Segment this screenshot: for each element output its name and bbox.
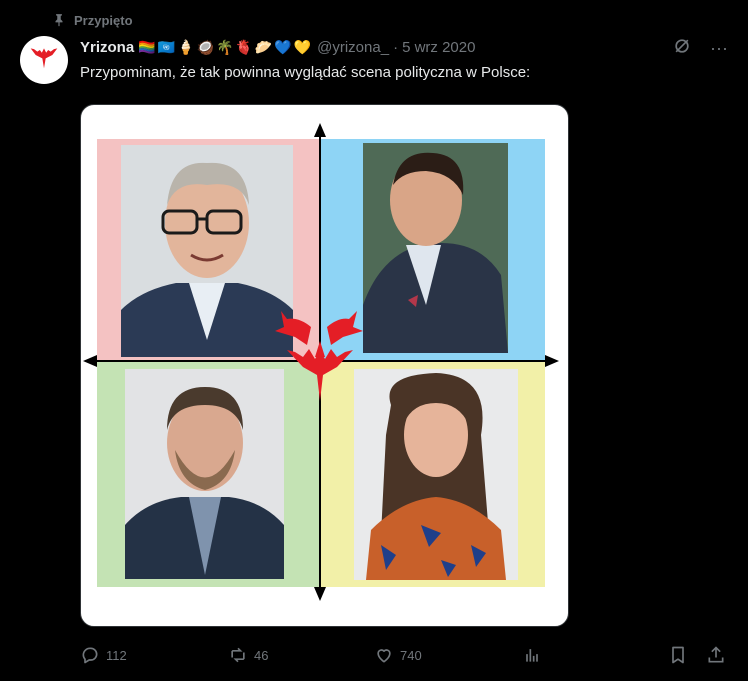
repost-icon	[231, 647, 245, 663]
pinned-indicator: Przypięto	[52, 10, 133, 30]
bookmark-button[interactable]	[668, 645, 688, 665]
emoji-yellow-heart: 💛	[293, 38, 312, 55]
reply-button[interactable]: 112	[80, 645, 127, 665]
tweet-actions: 112 46 740	[80, 640, 728, 670]
views-button[interactable]	[522, 645, 542, 665]
reply-icon	[82, 647, 98, 664]
like-count: 740	[400, 647, 422, 663]
repost-count: 46	[254, 647, 269, 663]
pin-icon	[55, 14, 63, 27]
pinned-label: Przypięto	[74, 12, 133, 28]
bookmark-icon	[672, 646, 684, 664]
tweet-text: Przypominam, że tak powinna wyglądać sce…	[80, 64, 531, 81]
photo-top-left	[121, 145, 293, 357]
photo-bottom-left	[125, 369, 284, 579]
heart-icon	[377, 649, 391, 663]
emoji-ice-cream: 🍦	[177, 38, 195, 55]
share-icon	[708, 646, 724, 663]
share-button[interactable]	[706, 645, 726, 665]
photo-bottom-right	[354, 369, 518, 580]
more-options-button[interactable]: ···	[710, 38, 728, 59]
emoji-heart-organ: 🫀	[235, 38, 253, 55]
emoji-blue-heart: 💙	[274, 38, 292, 55]
avatar[interactable]	[20, 36, 68, 84]
emoji-palm-tree: 🌴	[215, 38, 234, 55]
tweet-header: Yrizona 🏳️‍🌈 🇺🇳 🍦 🥥 🌴 🫀 🥟 💙 💛 @yrizona_ …	[80, 36, 728, 58]
tweet-image[interactable]	[80, 104, 569, 627]
like-button[interactable]: 740	[374, 645, 422, 665]
photo-top-right	[363, 143, 508, 353]
reply-count: 112	[106, 647, 127, 663]
dragon-logo-icon	[30, 48, 58, 69]
repost-button[interactable]: 46	[228, 645, 268, 665]
views-icon	[526, 649, 538, 662]
emoji-rainbow-flag: 🏳️‍🌈	[138, 38, 156, 55]
emoji-dumpling: 🥟	[254, 38, 273, 55]
grok-icon[interactable]	[672, 36, 692, 61]
emoji-un-flag: 🇺🇳	[157, 38, 176, 55]
author-name[interactable]: Yrizona	[80, 39, 134, 56]
political-compass-image	[83, 123, 559, 601]
emoji-coconut: 🥥	[196, 38, 214, 55]
author-handle[interactable]: @yrizona_	[317, 39, 389, 56]
separator-dot: ·	[393, 38, 399, 56]
tweet-date[interactable]: 5 wrz 2020	[402, 39, 475, 56]
